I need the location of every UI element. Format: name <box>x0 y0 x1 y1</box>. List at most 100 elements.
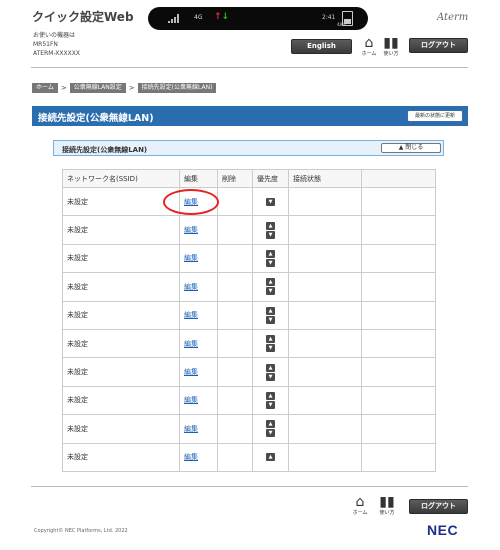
status-cell <box>288 414 362 444</box>
extra-cell <box>361 385 436 416</box>
home-icon: ⌂ <box>364 35 374 51</box>
book-icon: ▮▮ <box>383 35 399 51</box>
footer-divider <box>31 486 468 487</box>
page-title: 接続先設定(公衆無線LAN) <box>38 113 154 124</box>
priority-cell: ▲ ▼ <box>252 243 289 274</box>
device-info: お使いの機器は MR51FN ATERM-XXXXXX <box>33 31 80 58</box>
edit-cell: 編集 <box>179 442 218 472</box>
priority-down-icon[interactable]: ▼ <box>266 230 275 239</box>
logout-button[interactable]: ログアウト <box>409 38 468 53</box>
priority-cell: ▲ ▼ <box>252 215 289 245</box>
edit-link[interactable]: 編集 <box>184 340 198 348</box>
priority-down-icon[interactable]: ▼ <box>266 400 275 409</box>
table-header-row: ネットワーク名(SSID) 編集 削除 優先度 接続状態 <box>62 169 436 188</box>
edit-cell: 編集 <box>179 414 218 444</box>
extra-cell <box>361 300 436 330</box>
footer-howto-nav[interactable]: ▮▮ 使い方 <box>377 495 397 517</box>
priority-up-icon[interactable]: ▲ <box>266 420 275 429</box>
aterm-logo: Aterm <box>437 12 469 23</box>
edit-highlight-annotation <box>163 189 219 215</box>
priority-cell: ▲ <box>252 442 289 472</box>
priority-up-icon[interactable]: ▲ <box>266 221 275 230</box>
col-delete-header: 削除 <box>217 169 253 188</box>
extra-cell <box>361 272 436 302</box>
priority-up-icon[interactable]: ▲ <box>266 453 275 462</box>
collapse-button[interactable]: ▲ 閉じる <box>381 143 441 153</box>
status-cell <box>288 215 362 245</box>
breadcrumb-home[interactable]: ホーム <box>32 83 58 93</box>
priority-up-icon[interactable]: ▲ <box>266 391 275 400</box>
ssid-cell: 未設定 <box>62 272 180 302</box>
delete-cell <box>217 215 253 245</box>
edit-link[interactable]: 編集 <box>184 254 198 262</box>
table-row: 未設定 編集 ▲ ▼ <box>62 243 436 274</box>
edit-link[interactable]: 編集 <box>184 226 198 234</box>
priority-down-icon[interactable]: ▼ <box>266 315 275 324</box>
network-type: 4G <box>194 14 203 21</box>
footer-home-nav[interactable]: ⌂ ホーム <box>350 495 370 517</box>
priority-down-icon[interactable]: ▼ <box>266 429 275 438</box>
status-cell <box>288 328 362 359</box>
priority-up-icon[interactable]: ▲ <box>266 249 275 258</box>
device-time: 2:41 <box>322 14 336 21</box>
delete-cell <box>217 357 253 387</box>
status-cell <box>288 243 362 274</box>
priority-down-icon[interactable]: ▼ <box>266 372 275 381</box>
priority-up-icon[interactable]: ▲ <box>266 363 275 372</box>
refresh-button[interactable]: 最新の状態に更新 <box>407 110 463 122</box>
english-button[interactable]: English <box>291 39 352 54</box>
priority-down-icon[interactable]: ▼ <box>266 258 275 267</box>
edit-cell: 編集 <box>179 357 218 387</box>
delete-cell <box>217 442 253 472</box>
priority-up-icon[interactable]: ▲ <box>266 306 275 315</box>
delete-cell <box>217 414 253 444</box>
home-nav[interactable]: ⌂ ホーム <box>359 36 379 58</box>
edit-link[interactable]: 編集 <box>184 283 198 291</box>
table-row: 未設定 編集 ▲ ▼ <box>62 300 436 330</box>
table-row: 未設定 編集 ▲ <box>62 442 436 472</box>
edit-cell: 編集 <box>179 243 218 274</box>
status-cell <box>288 385 362 416</box>
priority-up-icon[interactable]: ▲ <box>266 278 275 287</box>
col-ssid-header: ネットワーク名(SSID) <box>62 169 180 188</box>
battery-percent: 48% <box>337 22 346 27</box>
edit-link[interactable]: 編集 <box>184 425 198 433</box>
table-row: 未設定 編集 ▲ ▼ <box>62 385 436 416</box>
footer-home-label: ホーム <box>352 510 368 516</box>
signal-icon <box>168 14 179 23</box>
edit-link[interactable]: 編集 <box>184 368 198 376</box>
footer-logout-button[interactable]: ログアウト <box>409 499 468 514</box>
home-label: ホーム <box>361 51 377 57</box>
howto-nav[interactable]: ▮▮ 使い方 <box>381 36 401 58</box>
breadcrumb-public-wlan[interactable]: 公衆無線LAN設定 <box>69 83 126 93</box>
edit-cell: 編集 <box>179 328 218 359</box>
section-label: 接続先設定(公衆無線LAN) <box>62 146 148 154</box>
ssid-cell: 未設定 <box>62 414 180 444</box>
device-model: MR51FN <box>33 41 58 48</box>
status-cell <box>288 272 362 302</box>
device-status-bar: 4G ↑↓ 2:41 48% <box>148 7 368 30</box>
delete-cell <box>217 186 253 217</box>
priority-cell: ▲ ▼ <box>252 385 289 416</box>
extra-cell <box>361 328 436 359</box>
edit-link[interactable]: 編集 <box>184 396 198 404</box>
book-icon: ▮▮ <box>379 494 395 510</box>
edit-link[interactable]: 編集 <box>184 453 198 461</box>
ssid-cell: 未設定 <box>62 328 180 359</box>
section-header: 接続先設定(公衆無線LAN) ▲ 閉じる <box>53 140 444 156</box>
priority-down-icon[interactable]: ▼ <box>266 344 275 353</box>
breadcrumb: ホーム > 公衆無線LAN設定 > 接続先設定(公衆無線LAN) <box>32 83 217 93</box>
priority-up-icon[interactable]: ▲ <box>266 335 275 344</box>
nec-logo: NEC <box>427 522 459 538</box>
col-extra-header <box>361 169 436 188</box>
edit-cell: 編集 <box>179 300 218 330</box>
col-edit-header: 編集 <box>179 169 218 188</box>
status-cell <box>288 357 362 387</box>
edit-link[interactable]: 編集 <box>184 311 198 319</box>
priority-down-icon[interactable]: ▼ <box>266 287 275 296</box>
priority-cell: ▲ ▼ <box>252 300 289 330</box>
header: クイック設定Web お使いの機器は MR51FN ATERM-XXXXXX 4G… <box>0 0 500 70</box>
priority-down-icon[interactable]: ▼ <box>266 197 275 206</box>
chevron-up-icon: ▲ <box>398 144 404 151</box>
extra-cell <box>361 357 436 387</box>
